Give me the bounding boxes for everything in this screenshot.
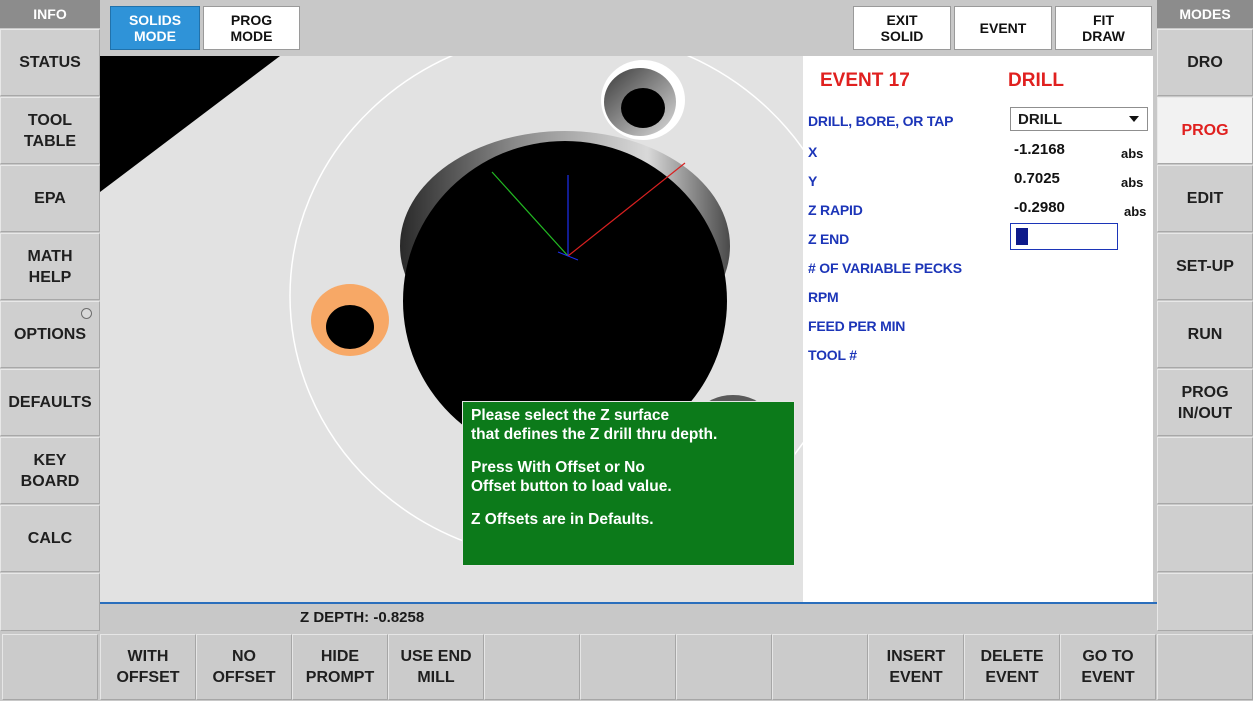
z-rapid-label: Z RAPID (808, 202, 863, 218)
event-button[interactable]: EVENT (954, 6, 1052, 50)
drill-bore-tap-select[interactable]: DRILL (1010, 107, 1148, 131)
prompt-box: Please select the Z surface that defines… (462, 401, 795, 566)
top-toolbar: SOLIDS MODE PROG MODE EXIT SOLID EVENT F… (100, 0, 1157, 56)
selected-hole[interactable] (326, 305, 374, 349)
dro-button[interactable]: DRO (1157, 29, 1253, 96)
variable-pecks-label: # OF VARIABLE PECKS (808, 260, 962, 276)
prog-in-out-button[interactable]: PROG IN/OUT (1157, 369, 1253, 436)
top-hole[interactable] (621, 88, 665, 128)
text-cursor (1016, 228, 1028, 245)
exit-solid-button[interactable]: EXIT SOLID (853, 6, 951, 50)
z-end-label: Z END (808, 231, 850, 247)
use-end-mill-button[interactable]: USE END MILL (388, 634, 484, 700)
calc-button[interactable]: CALC (0, 505, 100, 572)
z-depth-readout: Z DEPTH: -0.8258 (300, 609, 425, 626)
feed-label: FEED PER MIN (808, 318, 906, 334)
go-to-event-button[interactable]: GO TO EVENT (1060, 634, 1156, 700)
event-type-label: DRILL (1008, 70, 1064, 91)
z-rapid-unit: abs (1124, 204, 1147, 219)
drill-bore-tap-label: DRILL, BORE, OR TAP (808, 113, 954, 129)
status-indicator-icon (81, 308, 92, 319)
bottom-blank-button-4[interactable] (676, 634, 772, 700)
hide-prompt-button[interactable]: HIDE PROMPT (292, 634, 388, 700)
event-title: EVENT 17 (820, 70, 910, 91)
options-button[interactable]: OPTIONS (0, 301, 100, 368)
z-rapid-value[interactable]: -0.2980 (1014, 199, 1065, 216)
edit-button[interactable]: EDIT (1157, 165, 1253, 232)
chevron-down-icon (1129, 116, 1139, 122)
prog-button[interactable]: PROG (1157, 97, 1253, 164)
y-value[interactable]: 0.7025 (1014, 170, 1060, 187)
epa-button[interactable]: EPA (0, 165, 100, 232)
fit-draw-button[interactable]: FIT DRAW (1055, 6, 1152, 50)
info-header: INFO (0, 0, 100, 28)
y-label: Y (808, 173, 818, 189)
x-unit: abs (1121, 146, 1144, 161)
right-blank-button-1[interactable] (1157, 437, 1253, 504)
info-panel: INFO STATUS TOOL TABLE EPA MATH HELP OPT… (0, 0, 100, 701)
left-blank-button[interactable] (0, 573, 100, 631)
modes-header: MODES (1157, 0, 1253, 28)
bottom-toolbar: WITH OFFSET NO OFFSET HIDE PROMPT USE EN… (0, 632, 1253, 701)
bottom-blank-button-6[interactable] (1157, 634, 1253, 700)
x-value[interactable]: -1.2168 (1014, 141, 1065, 158)
options-label: OPTIONS (13, 326, 86, 343)
prompt-line-3: Z Offsets are in Defaults. (471, 511, 654, 528)
tool-table-button[interactable]: TOOL TABLE (0, 97, 100, 164)
keyboard-button[interactable]: KEY BOARD (0, 437, 100, 504)
bottom-blank-button-3[interactable] (580, 634, 676, 700)
insert-event-button[interactable]: INSERT EVENT (868, 634, 964, 700)
defaults-button[interactable]: DEFAULTS (0, 369, 100, 436)
drill-bore-tap-value: DRILL (1018, 110, 1063, 128)
run-button[interactable]: RUN (1157, 301, 1253, 368)
event-form: EVENT 17 DRILL DRILL, BORE, OR TAP DRILL… (803, 56, 1153, 602)
status-button[interactable]: STATUS (0, 29, 100, 96)
solids-mode-button[interactable]: SOLIDS MODE (110, 6, 200, 50)
prompt-line-2: Press With Offset or No Offset button to… (471, 459, 672, 495)
status-bar: Z DEPTH: -0.8258 (100, 602, 1157, 632)
setup-button[interactable]: SET-UP (1157, 233, 1253, 300)
math-help-button[interactable]: MATH HELP (0, 233, 100, 300)
delete-event-button[interactable]: DELETE EVENT (964, 634, 1060, 700)
bottom-blank-button-1[interactable] (2, 634, 98, 700)
y-unit: abs (1121, 175, 1144, 190)
right-blank-button-2[interactable] (1157, 505, 1253, 572)
bottom-blank-button-5[interactable] (772, 634, 868, 700)
bottom-blank-button-2[interactable] (484, 634, 580, 700)
prog-mode-button[interactable]: PROG MODE (203, 6, 300, 50)
x-label: X (808, 144, 818, 160)
tool-number-label: TOOL # (808, 347, 857, 363)
modes-panel: MODES DRO PROG EDIT SET-UP RUN PROG IN/O… (1157, 0, 1253, 701)
rpm-label: RPM (808, 289, 839, 305)
right-blank-button-3[interactable] (1157, 573, 1253, 631)
z-end-input[interactable] (1010, 223, 1118, 250)
prompt-line-1: Please select the Z surface that defines… (471, 407, 718, 443)
no-offset-button[interactable]: NO OFFSET (196, 634, 292, 700)
with-offset-button[interactable]: WITH OFFSET (100, 634, 196, 700)
